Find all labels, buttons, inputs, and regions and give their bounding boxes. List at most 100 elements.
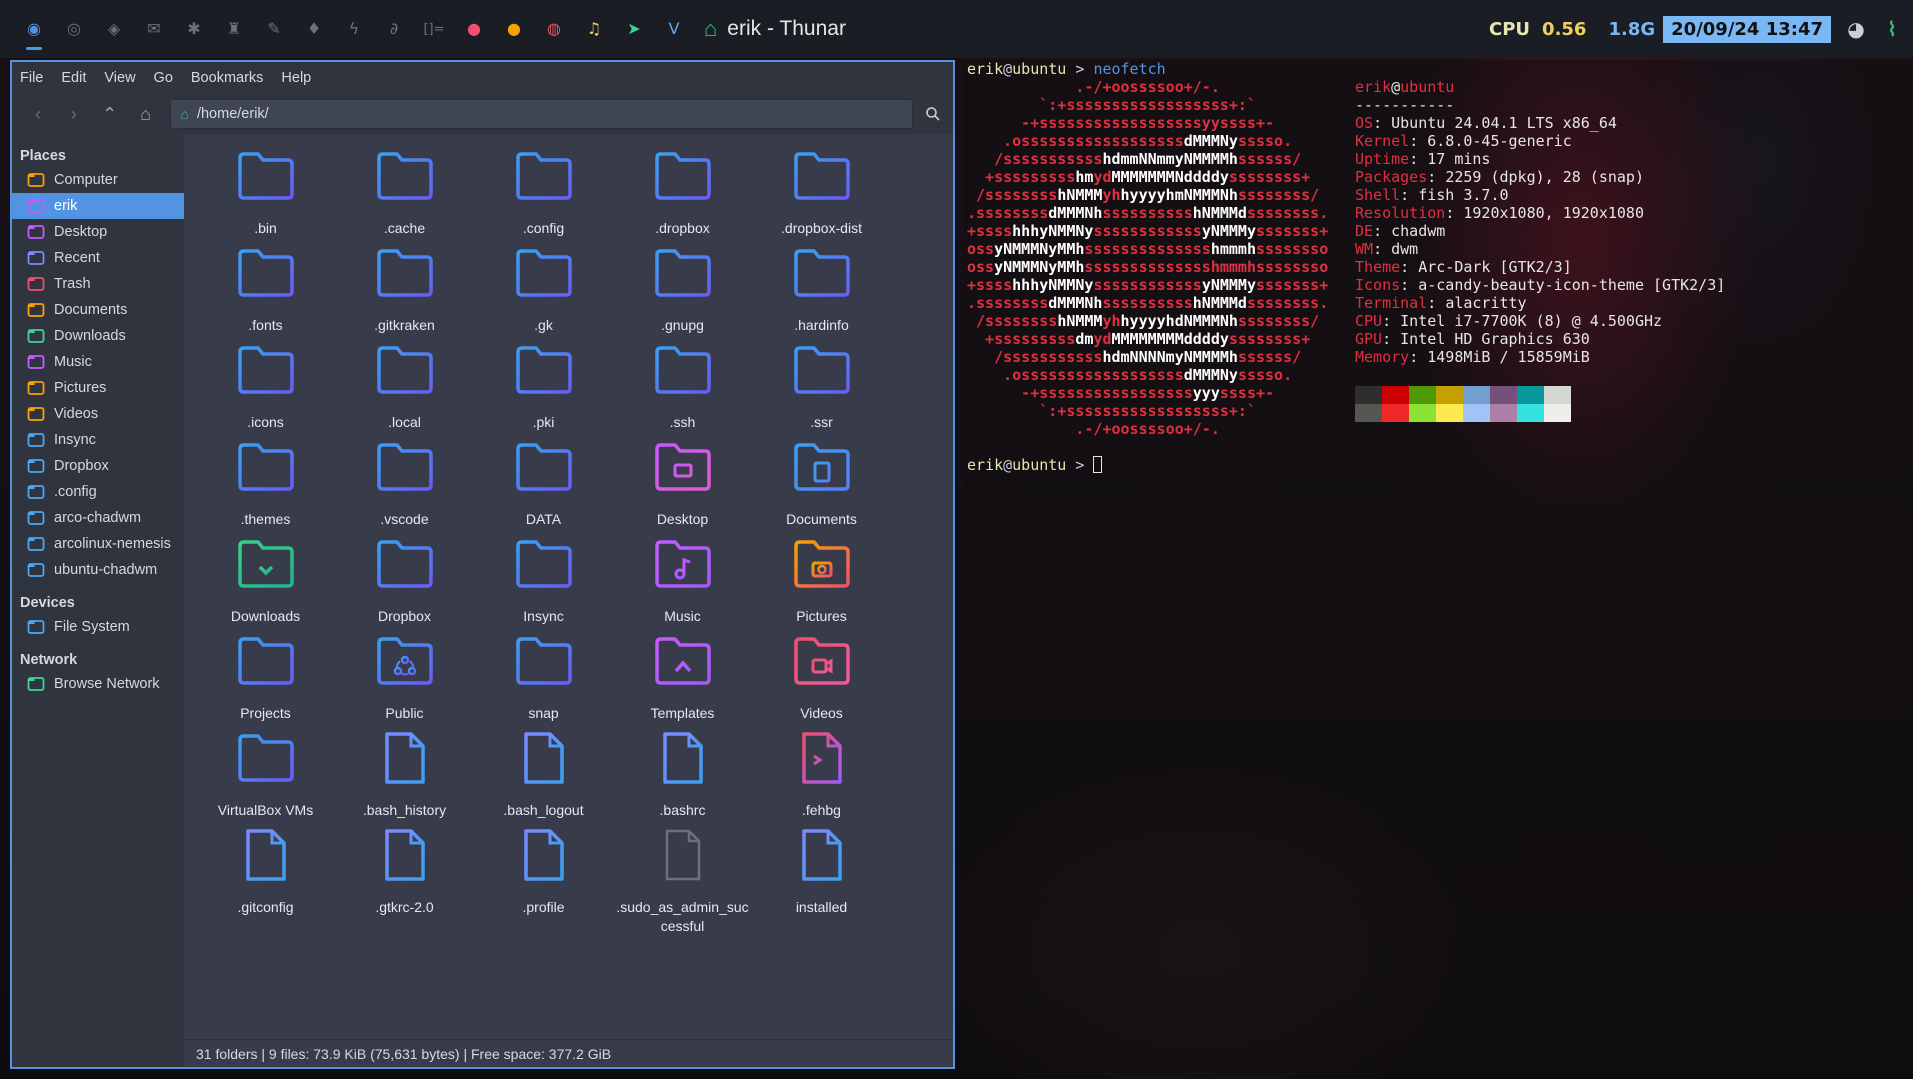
folder-item[interactable]: .fonts: [196, 241, 335, 338]
sidebar-item-browse-network[interactable]: Browse Network: [12, 671, 184, 697]
menu-help[interactable]: Help: [281, 70, 311, 86]
tag-16[interactable]: ➤: [614, 0, 654, 58]
search-button[interactable]: [913, 96, 953, 132]
folder-item[interactable]: Public: [335, 629, 474, 726]
discord-icon[interactable]: ◕: [1841, 14, 1871, 44]
location-bar[interactable]: ⌂ /home/erik/: [169, 99, 914, 129]
folder-item[interactable]: .vscode: [335, 435, 474, 532]
tag-11[interactable]: []=: [414, 0, 454, 58]
tag-4[interactable]: ✉: [134, 0, 174, 58]
sidebar-item-file-system[interactable]: File System: [12, 614, 184, 640]
sidebar-item-documents[interactable]: Documents: [12, 297, 184, 323]
sidebar-item-recent[interactable]: Recent: [12, 245, 184, 271]
folder-icon: [26, 430, 46, 450]
tag-13[interactable]: ●: [494, 0, 534, 58]
folder-item[interactable]: .ssr: [752, 338, 891, 435]
tag-17[interactable]: V: [654, 0, 694, 58]
file-item[interactable]: .sudo_as_admin_successful: [613, 823, 752, 934]
sidebar-item-computer[interactable]: Computer: [12, 167, 184, 193]
folder-item[interactable]: .gnupg: [613, 241, 752, 338]
folder-item[interactable]: .ssh: [613, 338, 752, 435]
tag-10[interactable]: ∂: [374, 0, 414, 58]
folder-item[interactable]: Insync: [474, 532, 613, 629]
clock[interactable]: 20/09/24 13:47: [1663, 15, 1831, 43]
folder-item[interactable]: Music: [613, 532, 752, 629]
file-name: Videos: [800, 705, 843, 721]
folder-item[interactable]: .hardinfo: [752, 241, 891, 338]
sidebar-item-erik[interactable]: erik: [12, 193, 184, 219]
file-view[interactable]: .bin .cache .config .dropbox .dropbox-di…: [184, 134, 953, 1067]
tag-14[interactable]: ◍: [534, 0, 574, 58]
file-name: .config: [522, 220, 565, 236]
back-button[interactable]: ‹: [20, 96, 56, 132]
folder-item[interactable]: .gitkraken: [335, 241, 474, 338]
folder-icon: [373, 144, 437, 213]
sidebar-item-arco-chadwm[interactable]: arco-chadwm: [12, 505, 184, 531]
folder-item[interactable]: Templates: [613, 629, 752, 726]
menu-edit[interactable]: Edit: [61, 70, 86, 86]
menu-bookmarks[interactable]: Bookmarks: [191, 70, 264, 86]
forward-button[interactable]: ›: [56, 96, 92, 132]
sidebar-item-trash[interactable]: Trash: [12, 271, 184, 297]
terminal-window[interactable]: erik@ubuntu > neofetch .-/+oossssoo+/-. …: [963, 60, 1913, 1072]
file-item[interactable]: .gitconfig: [196, 823, 335, 920]
folder-item[interactable]: .icons: [196, 338, 335, 435]
tag-6[interactable]: ♜: [214, 0, 254, 58]
folder-item[interactable]: .cache: [335, 144, 474, 241]
tag-8[interactable]: ♦: [294, 0, 334, 58]
file-item[interactable]: installed: [752, 823, 891, 920]
tag-3[interactable]: ◈: [94, 0, 134, 58]
menu-go[interactable]: Go: [154, 70, 173, 86]
folder-item[interactable]: Desktop: [613, 435, 752, 532]
activity-monitor-icon[interactable]: ⌇: [1877, 14, 1907, 44]
sidebar-item--config[interactable]: .config: [12, 479, 184, 505]
folder-item[interactable]: Videos: [752, 629, 891, 726]
tag-12[interactable]: ●: [454, 0, 494, 58]
folder-item[interactable]: Downloads: [196, 532, 335, 629]
network-heading: Network: [20, 652, 78, 668]
file-item[interactable]: .profile: [474, 823, 613, 920]
tag-7[interactable]: ✎: [254, 0, 294, 58]
home-icon: [26, 196, 46, 216]
file-item[interactable]: .bashrc: [613, 726, 752, 823]
tag-9[interactable]: ϟ: [334, 0, 374, 58]
folder-item[interactable]: snap: [474, 629, 613, 726]
folder-item[interactable]: .gk: [474, 241, 613, 338]
folder-item[interactable]: Projects: [196, 629, 335, 726]
file-name: .bash_history: [362, 802, 447, 818]
folder-item[interactable]: .dropbox: [613, 144, 752, 241]
sidebar-item-arcolinux-nemesis[interactable]: arcolinux-nemesis: [12, 531, 184, 557]
sidebar-item-downloads[interactable]: Downloads: [12, 323, 184, 349]
folder-item[interactable]: .themes: [196, 435, 335, 532]
sidebar-item-ubuntu-chadwm[interactable]: ubuntu-chadwm: [12, 557, 184, 583]
sidebar-item-music[interactable]: Music: [12, 349, 184, 375]
tag-2[interactable]: ◎: [54, 0, 94, 58]
folder-item[interactable]: Dropbox: [335, 532, 474, 629]
sidebar-item-desktop[interactable]: Desktop: [12, 219, 184, 245]
folder-item[interactable]: .config: [474, 144, 613, 241]
file-item[interactable]: .fehbg: [752, 726, 891, 823]
sidebar-item-videos[interactable]: Videos: [12, 401, 184, 427]
tag-15[interactable]: ♫: [574, 0, 614, 58]
menu-view[interactable]: View: [104, 70, 135, 86]
folder-item[interactable]: .dropbox-dist: [752, 144, 891, 241]
folder-item[interactable]: Documents: [752, 435, 891, 532]
file-item[interactable]: .bash_history: [335, 726, 474, 823]
sidebar-item-dropbox[interactable]: Dropbox: [12, 453, 184, 479]
home-button[interactable]: ⌂: [128, 96, 164, 132]
folder-item[interactable]: DATA: [474, 435, 613, 532]
folder-item[interactable]: VirtualBox VMs: [196, 726, 335, 823]
status-bar: 31 folders | 9 files: 73.9 KiB (75,631 b…: [184, 1039, 953, 1067]
folder-item[interactable]: Pictures: [752, 532, 891, 629]
tag-5[interactable]: ✱: [174, 0, 214, 58]
sidebar-item-insync[interactable]: Insync: [12, 427, 184, 453]
file-item[interactable]: .bash_logout: [474, 726, 613, 823]
folder-item[interactable]: .local: [335, 338, 474, 435]
parent-folder-button[interactable]: ⌃: [92, 96, 128, 132]
tag-1[interactable]: ◉: [14, 0, 54, 58]
folder-item[interactable]: .pki: [474, 338, 613, 435]
sidebar-item-pictures[interactable]: Pictures: [12, 375, 184, 401]
file-item[interactable]: .gtkrc-2.0: [335, 823, 474, 920]
folder-item[interactable]: .bin: [196, 144, 335, 241]
menu-file[interactable]: File: [20, 70, 43, 86]
